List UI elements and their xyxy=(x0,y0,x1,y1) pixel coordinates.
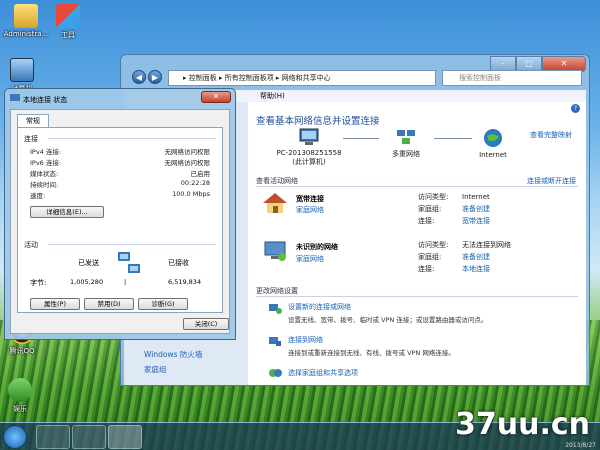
network-1-homegroup-link[interactable]: 准备创建 xyxy=(462,204,490,214)
ie-taskbar-icon[interactable] xyxy=(36,425,70,449)
homegroup-icon xyxy=(269,369,282,377)
content-pane: ? 查看基本网络信息并设置连接 查看完整映射 PC-201308251558 (… xyxy=(248,102,586,385)
sent-label: 已发送 xyxy=(78,259,99,267)
network-2-details: 访问类型: 无法连接到网络 家庭组: 准备创建 连接: 本地连接 xyxy=(418,241,511,274)
globe-icon xyxy=(484,129,502,147)
tab-general[interactable]: 常规 xyxy=(17,114,49,127)
bytes-divider: | xyxy=(124,278,127,286)
local-connection-status-dialog: 本地连接 状态 ✕ 常规 连接 IPv4 连接: 无网络访问权限 IPv6 连接:… xyxy=(4,88,236,340)
connect-network-icon xyxy=(269,337,281,346)
active-networks-label: 查看活动网络 xyxy=(256,177,298,185)
desktop-icon-tools[interactable]: 工具 xyxy=(42,4,94,40)
bytes-received: 6,519,834 xyxy=(168,278,202,286)
tools-icon xyxy=(56,4,80,28)
change-settings-label: 更改网络设置 xyxy=(256,287,298,295)
explorer-taskbar-icon[interactable] xyxy=(72,425,106,449)
connect-disconnect-link[interactable]: 连接或断开连接 xyxy=(527,176,576,186)
network-1-type-link[interactable]: 家庭网络 xyxy=(296,205,324,215)
network-icon xyxy=(10,94,20,101)
map-connector xyxy=(343,138,379,139)
unidentified-network-icon xyxy=(264,241,286,261)
page-title: 查看基本网络信息并设置连接 xyxy=(256,116,380,127)
network-1-details: 访问类型: Internet 家庭组: 准备创建 连接: 宽带连接 xyxy=(418,193,490,226)
network-icon xyxy=(397,130,415,144)
group-divider xyxy=(48,138,216,139)
address-bar[interactable]: ▸ 控制面板 ▸ 所有控制面板项 ▸ 网络和共享中心 xyxy=(168,70,436,86)
network-2-type-link[interactable]: 家庭网络 xyxy=(296,254,324,264)
map-node-computer: PC-201308251558 (此计算机) xyxy=(264,128,354,167)
watermark: 37uu.cn xyxy=(455,407,590,442)
dialog-close-icon[interactable]: ✕ xyxy=(201,91,231,103)
connection-group-label: 连接 xyxy=(24,135,38,143)
bytes-label: 字节: xyxy=(30,279,47,287)
left-link-firewall[interactable]: Windows 防火墙 xyxy=(144,349,202,360)
left-link-homegroup[interactable]: 家庭组 xyxy=(144,364,167,375)
diagnose-button[interactable]: 诊断(G) xyxy=(138,298,188,310)
network-1-name: 宽带连接 xyxy=(296,195,324,203)
general-panel: 连接 IPv4 连接: 无网络访问权限 IPv6 连接: 无网络访问权限 媒体状态:… xyxy=(17,127,223,313)
computer-icon xyxy=(10,58,34,82)
forward-arrow-icon[interactable]: ▶ xyxy=(148,70,162,84)
task-connect-network-link[interactable]: 连接到网络 xyxy=(288,335,323,345)
network-2-connection-link[interactable]: 本地连接 xyxy=(462,264,490,274)
received-label: 已接收 xyxy=(168,259,189,267)
disable-button[interactable]: 禁用(D) xyxy=(84,298,134,310)
task-setup-connection-link[interactable]: 设置新的连接或网络 xyxy=(288,302,351,312)
datestamp: 2013/8/27 xyxy=(565,442,596,449)
dialog-close-button[interactable]: 关闭(C) xyxy=(183,318,229,330)
search-input[interactable]: 搜索控制面板 xyxy=(442,70,582,86)
map-node-multi-network: 多重网络 xyxy=(376,128,436,159)
bytes-sent: 1,005,280 xyxy=(70,278,104,286)
menu-help[interactable]: 帮助(H) xyxy=(260,92,285,100)
activity-group-label: 活动 xyxy=(24,241,38,249)
user-folder-icon xyxy=(14,4,38,28)
taskbar: 37uu.cn 2013/8/27 xyxy=(0,407,600,450)
network-2-homegroup-link[interactable]: 准备创建 xyxy=(462,252,490,262)
group-divider-2 xyxy=(48,244,216,245)
network-2-name: 未识别的网络 xyxy=(296,243,338,251)
help-icon[interactable]: ? xyxy=(571,104,580,113)
task-connect-network-desc: 连接到或重新连接到无线、有线、拨号或 VPN 网络连接。 xyxy=(288,349,455,357)
properties-button[interactable]: 属性(P) xyxy=(30,298,80,310)
details-button[interactable]: 详细信息(E)... xyxy=(30,206,104,218)
computer-icon xyxy=(299,128,319,145)
map-node-internet: Internet xyxy=(463,128,523,159)
network-1-connection-link[interactable]: 宽带连接 xyxy=(462,216,490,226)
desktop-icon-entertainment[interactable]: 娱乐 xyxy=(0,378,46,414)
divider-2 xyxy=(256,296,578,297)
house-icon xyxy=(263,193,287,213)
back-arrow-icon[interactable]: ◀ xyxy=(132,70,146,84)
network-window-taskbar-icon[interactable] xyxy=(108,425,142,449)
activity-computers-icon xyxy=(118,252,140,273)
start-button-icon[interactable] xyxy=(3,425,27,449)
task-homegroup-link[interactable]: 选择家庭组和共享选项 xyxy=(288,368,358,378)
new-connection-icon xyxy=(269,304,282,314)
divider xyxy=(256,186,578,187)
dialog-body: 常规 连接 IPv4 连接: 无网络访问权限 IPv6 连接: 无网络访问权限 媒体… xyxy=(10,109,230,334)
view-full-map-link[interactable]: 查看完整映射 xyxy=(530,130,572,140)
dialog-title: 本地连接 状态 xyxy=(23,96,68,104)
entertainment-icon xyxy=(8,378,32,402)
task-setup-connection-desc: 设置无线、宽带、拨号、临时或 VPN 连接；或设置路由器或访问点。 xyxy=(288,316,488,324)
